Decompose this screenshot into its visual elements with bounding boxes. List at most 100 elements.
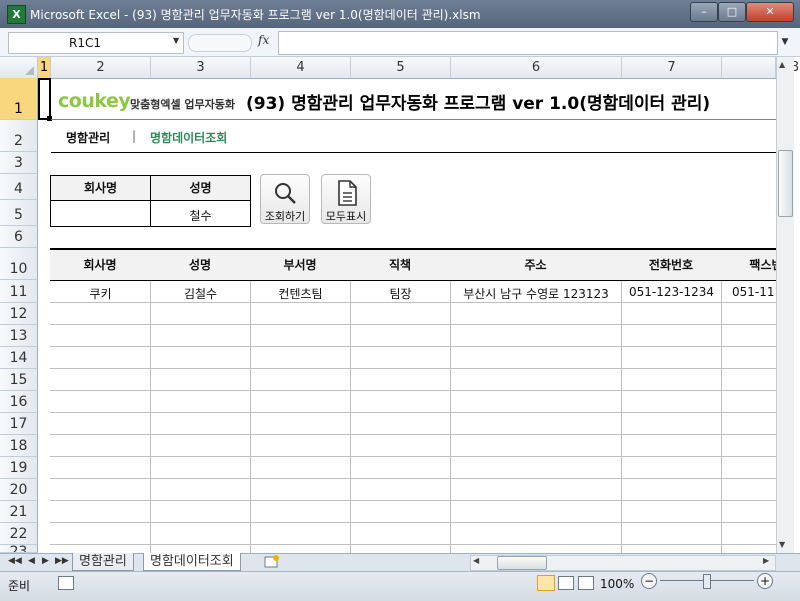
search-company-label: 회사명 — [50, 175, 151, 201]
scroll-down-icon[interactable]: ▼ — [779, 540, 785, 549]
row-header[interactable]: 14 — [0, 347, 38, 369]
table-header-department: 부서명 — [250, 250, 351, 281]
active-cell[interactable] — [38, 78, 51, 120]
row-header[interactable]: 15 — [0, 369, 38, 391]
table-header-fax: 팩스번호 — [721, 250, 776, 281]
select-all-corner[interactable] — [0, 57, 38, 78]
row-header[interactable]: 1 — [0, 78, 38, 120]
search-name-input[interactable]: 철수 — [150, 200, 251, 227]
horizontal-scroll-thumb[interactable] — [497, 556, 547, 570]
row-header[interactable]: 2 — [0, 120, 38, 152]
excel-app-icon[interactable]: X — [7, 5, 26, 24]
row-header[interactable]: 5 — [0, 200, 38, 226]
column-header[interactable]: 1 — [38, 57, 51, 78]
row-header[interactable]: 18 — [0, 435, 38, 457]
brand-logo: coukey — [58, 90, 131, 112]
search-icon — [275, 183, 296, 204]
chevron-down-icon[interactable]: ▼ — [173, 36, 179, 45]
table-cell[interactable]: 051-123-1234 — [621, 285, 722, 299]
zoom-out-button[interactable]: − — [641, 573, 657, 589]
show-all-button[interactable]: 모두표시 — [321, 174, 371, 224]
vertical-scroll-thumb[interactable] — [778, 150, 793, 217]
status-ready: 준비 — [8, 579, 31, 593]
row-header[interactable]: 21 — [0, 501, 38, 523]
column-header[interactable]: 8 — [722, 57, 799, 78]
table-header-position: 직책 — [350, 250, 451, 281]
row-header[interactable]: 3 — [0, 152, 38, 174]
expand-formula-bar-icon[interactable]: ▼ — [778, 31, 792, 53]
column-header[interactable]: 4 — [251, 57, 351, 78]
normal-view-icon[interactable] — [537, 575, 555, 591]
zoom-level[interactable]: 100% — [600, 577, 634, 591]
scroll-left-icon[interactable]: ◀ — [473, 556, 479, 565]
search-name-label: 성명 — [150, 175, 251, 201]
row-header[interactable]: 22 — [0, 523, 38, 545]
first-sheet-icon[interactable]: ◀◀ — [8, 556, 22, 566]
sheet-tab-card-lookup[interactable]: 명함데이터조회 — [143, 553, 241, 571]
next-sheet-icon[interactable]: ▶ — [42, 556, 49, 566]
table-cell[interactable]: 부산시 남구 수영로 123123 — [450, 285, 622, 302]
table-cell[interactable]: 쿠키 — [50, 285, 151, 302]
row-header[interactable]: 4 — [0, 174, 38, 200]
title-bar: X Microsoft Excel - (93) 명함관리 업무자동화 프로그램… — [0, 0, 800, 28]
table-header-address: 주소 — [450, 250, 622, 281]
column-header[interactable]: 7 — [622, 57, 722, 78]
column-header[interactable]: 5 — [351, 57, 451, 78]
maximize-button[interactable]: □ — [718, 2, 746, 22]
search-button-label: 조회하기 — [264, 210, 306, 223]
row-header[interactable]: 16 — [0, 391, 38, 413]
formula-controls — [188, 34, 252, 52]
macro-record-icon[interactable] — [58, 576, 74, 590]
table-cell[interactable]: 051-111-1111 — [721, 285, 776, 299]
close-button[interactable]: ✕ — [746, 2, 794, 22]
search-company-input[interactable] — [50, 200, 151, 227]
row-header[interactable]: 20 — [0, 479, 38, 501]
insert-function-button[interactable]: fx — [258, 33, 269, 47]
page-layout-view-icon[interactable] — [558, 576, 574, 590]
nav-separator: | — [132, 129, 137, 143]
zoom-in-button[interactable]: + — [757, 573, 773, 589]
formula-input[interactable] — [278, 31, 778, 55]
row-header[interactable]: 11 — [0, 280, 38, 303]
brand-subtitle: 맞춤형엑셀 업무자동화 — [130, 98, 236, 111]
table-header-name: 성명 — [150, 250, 251, 281]
scroll-right-icon[interactable]: ▶ — [763, 556, 769, 565]
minimize-button[interactable]: – — [690, 2, 718, 22]
row-header[interactable]: 6 — [0, 226, 38, 248]
insert-sheet-icon[interactable] — [263, 554, 281, 569]
page-break-view-icon[interactable] — [578, 576, 594, 590]
row-header[interactable]: 12 — [0, 303, 38, 325]
row-header[interactable]: 13 — [0, 325, 38, 347]
show-all-button-label: 모두표시 — [325, 210, 367, 223]
column-header[interactable]: 2 — [51, 57, 151, 78]
window-title: Microsoft Excel - (93) 명함관리 업무자동화 프로그램 v… — [30, 8, 481, 22]
table-header-company: 회사명 — [50, 250, 151, 281]
table-cell[interactable]: 김철수 — [150, 285, 251, 302]
column-header[interactable]: 6 — [451, 57, 622, 78]
row-header[interactable]: 17 — [0, 413, 38, 435]
nav-divider — [51, 152, 776, 153]
search-button[interactable]: 조회하기 — [260, 174, 310, 224]
worksheet-grid[interactable]: coukey 맞춤형엑셀 업무자동화 (93) 명함관리 업무자동화 프로그램 … — [38, 78, 776, 553]
table-cell[interactable]: 팀장 — [350, 285, 451, 302]
page-title: (93) 명함관리 업무자동화 프로그램 ver 1.0(명함데이터 관리) — [246, 94, 711, 114]
prev-sheet-icon[interactable]: ◀ — [28, 556, 35, 566]
scroll-up-icon[interactable]: ▲ — [779, 60, 785, 69]
status-bar — [0, 571, 800, 601]
sheet-tab-card-manage[interactable]: 명함관리 — [72, 553, 134, 571]
column-header[interactable]: 3 — [151, 57, 251, 78]
row-header[interactable]: 19 — [0, 457, 38, 479]
row-header[interactable]: 10 — [0, 248, 38, 280]
nav-link-card-lookup[interactable]: 명함데이터조회 — [150, 129, 227, 146]
vertical-scrollbar[interactable] — [776, 57, 794, 553]
last-sheet-icon[interactable]: ▶▶ — [55, 556, 69, 566]
title-divider — [51, 119, 776, 120]
name-box[interactable]: R1C1 ▼ — [8, 32, 184, 54]
row-header[interactable]: 23 — [0, 545, 38, 553]
zoom-slider-thumb[interactable] — [703, 574, 711, 589]
table-cell[interactable]: 컨텐츠팀 — [250, 285, 351, 302]
name-box-value: R1C1 — [69, 36, 101, 50]
table-header-phone: 전화번호 — [621, 250, 722, 281]
document-icon — [338, 180, 357, 206]
nav-link-card-manage[interactable]: 명함관리 — [66, 129, 110, 146]
